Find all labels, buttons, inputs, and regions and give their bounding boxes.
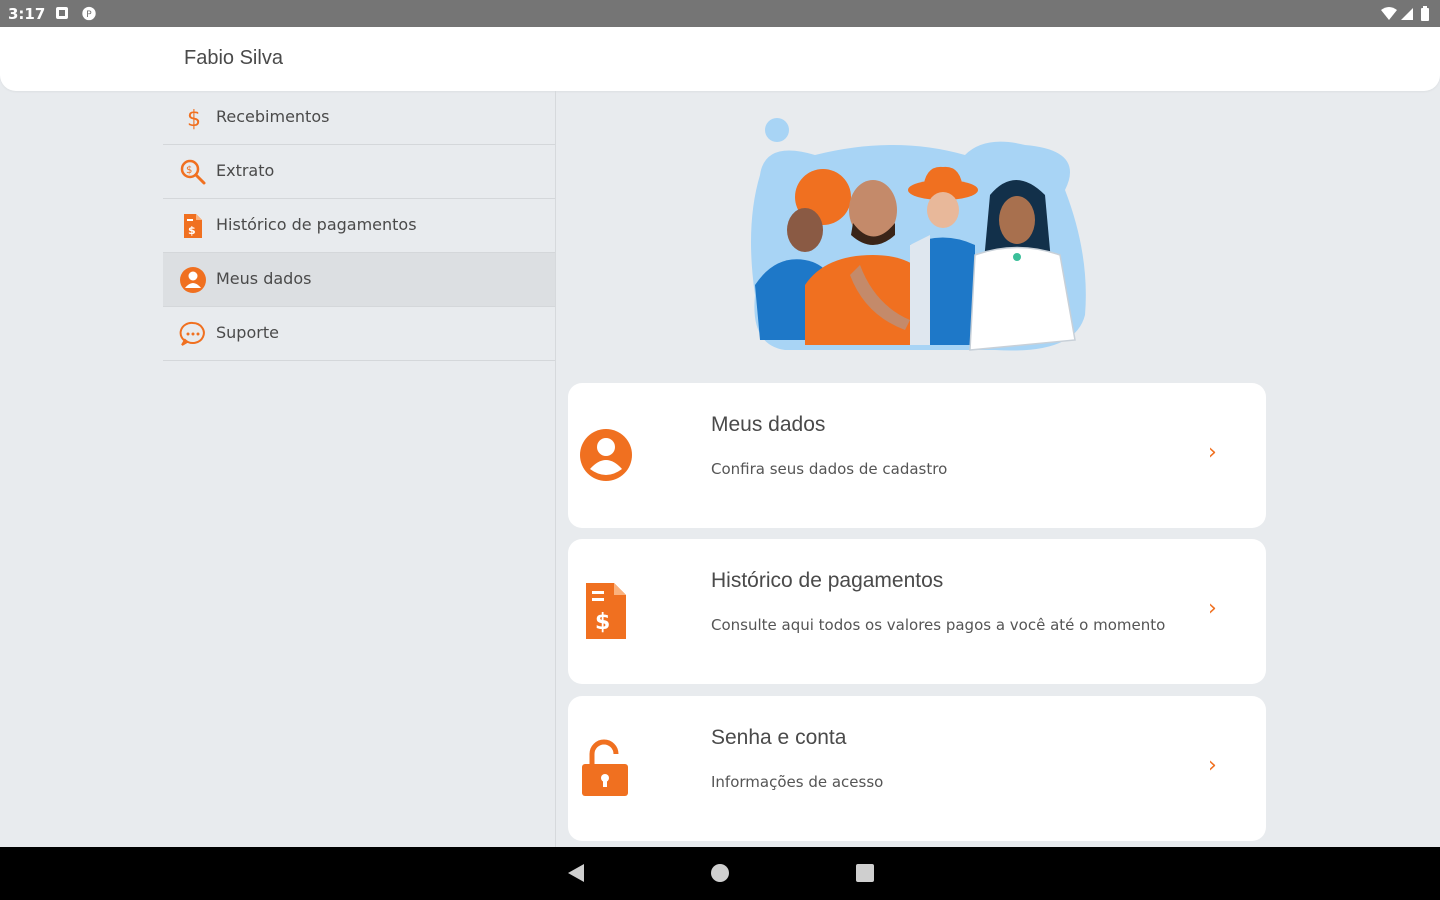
document-dollar-icon: $ — [586, 583, 626, 639]
sidebar-item-historico[interactable]: $ Histórico de pagamentos — [163, 199, 555, 253]
signal-icon — [1401, 8, 1413, 20]
card-title: Histórico de pagamentos — [711, 569, 944, 592]
status-bar: 3:17 P — [0, 0, 1440, 27]
notification-icon — [56, 7, 68, 19]
svg-text:$: $ — [188, 224, 196, 237]
card-title: Senha e conta — [711, 726, 847, 749]
dollar-icon: $ — [187, 107, 201, 132]
user-name: Fabio Silva — [184, 47, 283, 69]
search-dollar-icon: $ — [180, 159, 206, 185]
card-subtitle: Consulte aqui todos os valores pagos a v… — [711, 616, 1166, 634]
svg-text:$: $ — [595, 610, 610, 635]
card-title: Meus dados — [711, 413, 826, 436]
card-meus-dados[interactable]: Meus dados Confira seus dados de cadastr… — [568, 383, 1266, 528]
sidebar-item-suporte[interactable]: Suporte — [163, 307, 555, 361]
document-dollar-icon: $ — [184, 214, 202, 238]
card-historico-pagamentos[interactable]: $ Histórico de pagamentos Consulte aqui … — [568, 539, 1266, 684]
sidebar-item-meus-dados[interactable]: Meus dados — [163, 253, 555, 307]
chat-icon — [179, 321, 205, 346]
home-icon[interactable] — [710, 863, 730, 883]
chevron-right-icon: › — [1208, 440, 1217, 465]
card-senha-conta[interactable]: Senha e conta Informações de acesso › — [568, 696, 1266, 841]
app-icon: P — [82, 6, 96, 21]
sidebar-item-label: Meus dados — [216, 269, 312, 288]
app-header: Fabio Silva — [0, 27, 1440, 91]
sidebar-item-label: Suporte — [216, 323, 279, 342]
people-illustration — [751, 118, 1086, 351]
sidebar-item-label: Recebimentos — [216, 107, 330, 126]
wifi-icon — [1381, 7, 1397, 20]
svg-text:$: $ — [186, 165, 192, 176]
sidebar-item-label: Histórico de pagamentos — [216, 215, 417, 234]
user-icon — [180, 267, 206, 293]
sidebar-item-recebimentos[interactable]: $ Recebimentos — [163, 91, 555, 145]
recents-icon[interactable] — [855, 863, 875, 883]
svg-text:$: $ — [187, 107, 201, 132]
chevron-right-icon: › — [1208, 596, 1217, 621]
card-subtitle: Informações de acesso — [711, 773, 884, 791]
chevron-right-icon: › — [1208, 753, 1217, 778]
card-subtitle: Confira seus dados de cadastro — [711, 460, 948, 478]
sidebar-divider — [555, 91, 556, 847]
sidebar-item-label: Extrato — [216, 161, 275, 180]
sidebar: $ Recebimentos $ Extrato $ Histórico de … — [163, 91, 555, 847]
battery-icon — [1421, 6, 1429, 21]
unlock-icon — [582, 739, 628, 796]
back-icon[interactable] — [566, 863, 586, 883]
status-time: 3:17 — [8, 5, 46, 23]
user-circle-icon — [580, 429, 632, 481]
svg-text:P: P — [86, 9, 92, 20]
sidebar-item-extrato[interactable]: $ Extrato — [163, 145, 555, 199]
system-navigation-bar — [0, 847, 1440, 900]
